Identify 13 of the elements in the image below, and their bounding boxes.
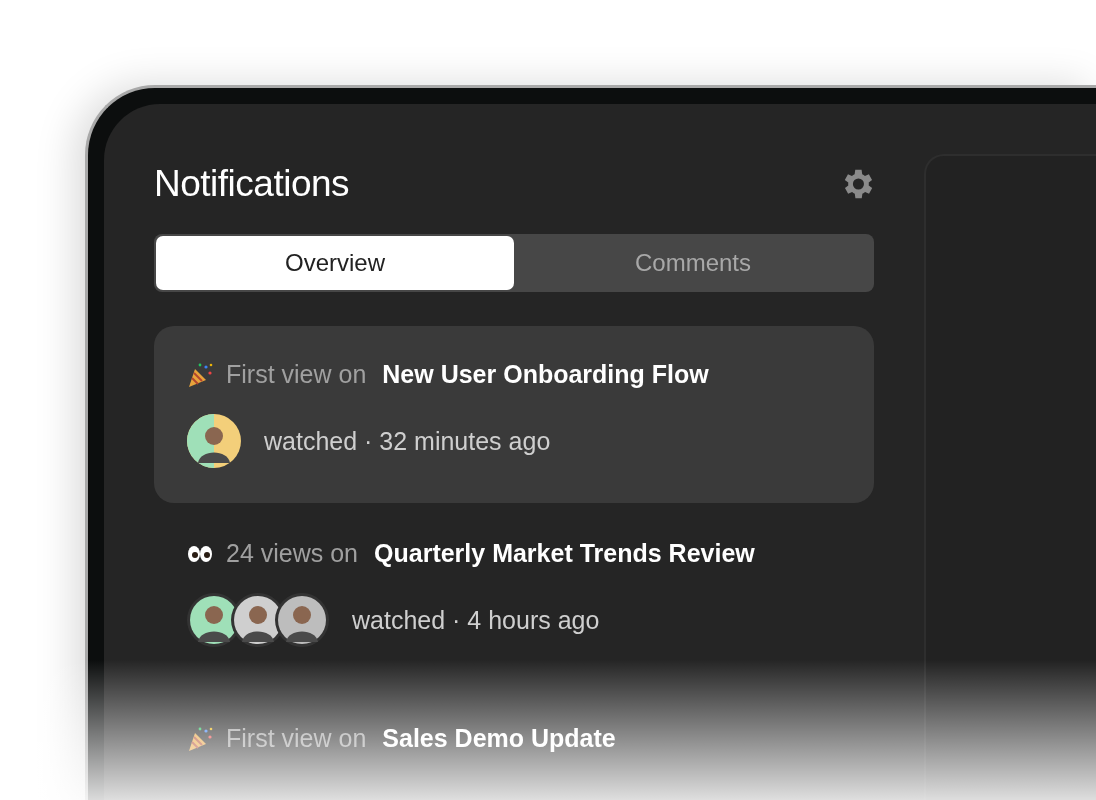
notification-lead: First view on bbox=[226, 360, 367, 389]
item-title: Sales Demo Update bbox=[382, 724, 616, 753]
notification-item[interactable]: 24 views on Quarterly Market Trends Review watched · 4 hours ago bbox=[154, 539, 874, 648]
item-title: Quarterly Market Trends Review bbox=[374, 539, 755, 568]
notification-meta: watched · 4 hours ago bbox=[352, 605, 600, 635]
item-title: New User Onboarding Flow bbox=[382, 360, 709, 389]
notification-lead: First view on bbox=[226, 724, 367, 753]
notification-meta: watched · 32 minutes ago bbox=[264, 426, 551, 456]
notification-card[interactable]: First view on New User Onboarding Flow watched · 32 minutes ago bbox=[154, 326, 874, 503]
tab[interactable]: Comments bbox=[514, 236, 872, 290]
notification-lead: 24 views on bbox=[226, 539, 359, 568]
panel-title: Notifications bbox=[154, 163, 350, 205]
tab[interactable]: Overview bbox=[156, 236, 514, 290]
